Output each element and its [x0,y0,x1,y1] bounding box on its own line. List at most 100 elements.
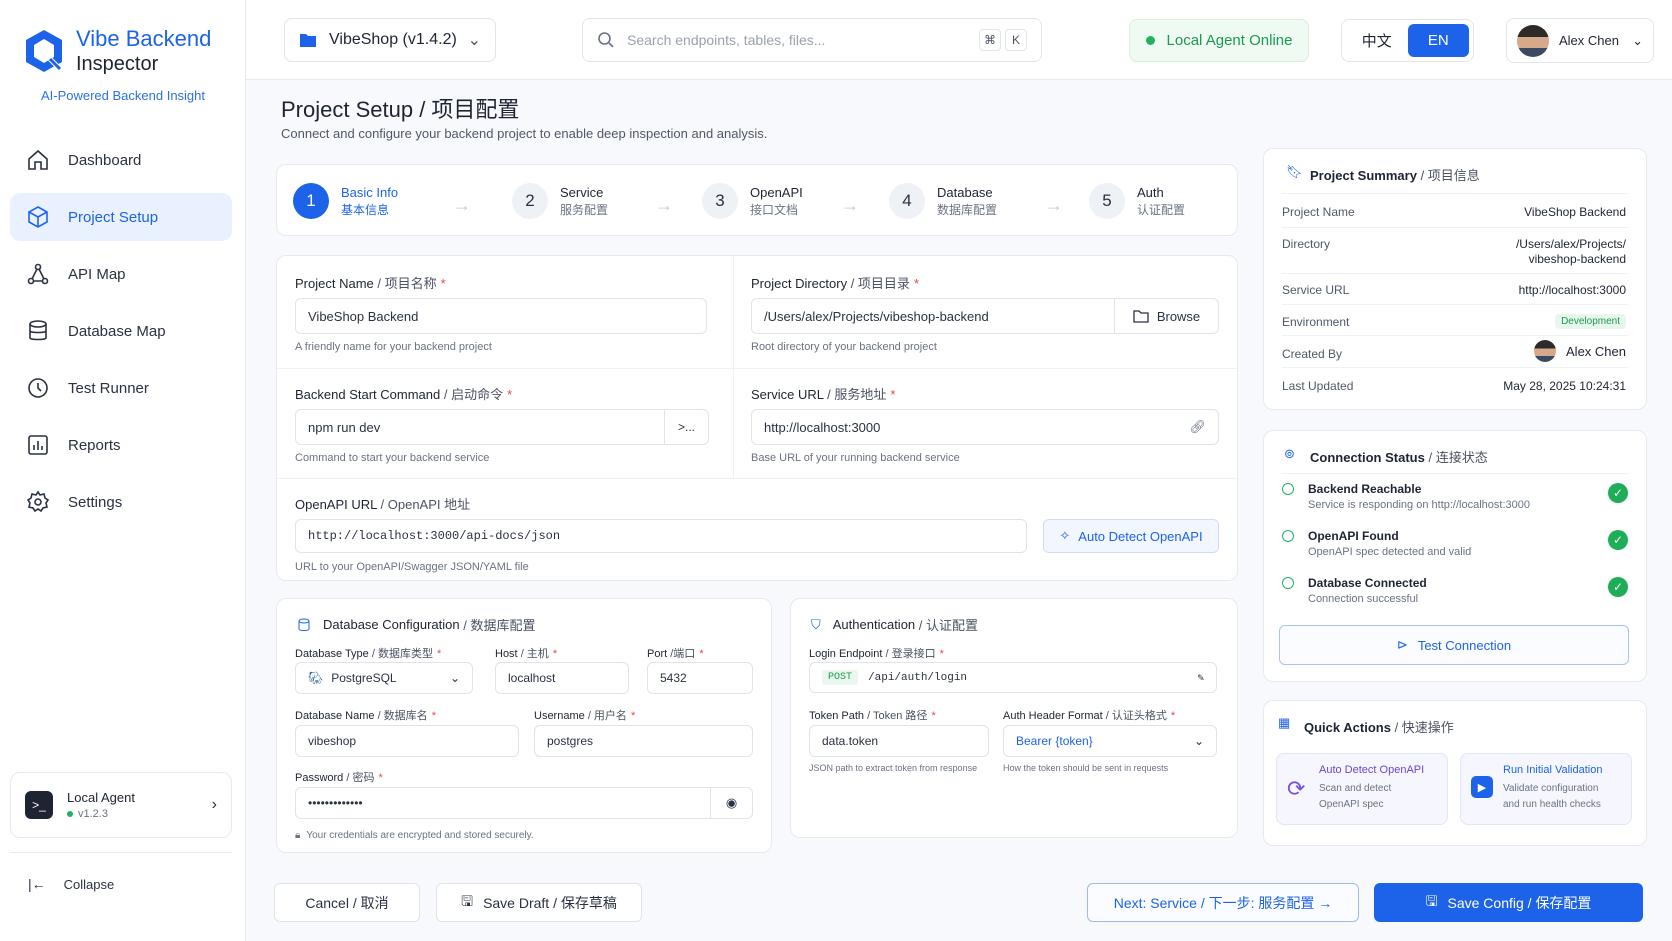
step-basic-info[interactable]: 1 Basic Info 基本信息 [293,183,398,219]
quick-action-desc: Scan and detect [1319,783,1392,794]
terminal-run-button[interactable]: >... [664,409,709,445]
cube-icon [28,206,48,228]
basic-info-card: Project Name / 项目名称 * VibeShop Backend A … [276,255,1238,581]
step-auth[interactable]: 5 Auth 认证配置 [1089,183,1185,219]
auto-detect-openapi-button[interactable]: ✧ Auto Detect OpenAPI [1043,519,1219,553]
project-name-input[interactable]: VibeShop Backend [295,298,707,334]
check-circle-icon [1282,577,1294,589]
project-name-value: VibeShop Backend [308,308,419,324]
quick-actions-title: Quick Actions / 快速操作 [1304,720,1454,735]
quick-action-auto-detect[interactable]: ⟳ Auto Detect OpenAPI Scan and detect Op… [1276,753,1448,825]
openapi-url-input[interactable]: http://localhost:3000/api-docs/json [295,519,1027,553]
db-host-input[interactable]: localhost [495,662,629,694]
service-url-input[interactable]: http://localhost:3000 🔗︎ [751,409,1219,445]
connection-item-title: Database Connected [1308,576,1427,590]
step-label: Database [937,185,993,201]
summary-divider [1282,367,1628,368]
sidebar-item-settings[interactable]: Settings [10,478,232,526]
step-service[interactable]: 2 Service 服务配置 [512,183,608,219]
sidebar-item-database-map[interactable]: Database Map [10,307,232,355]
db-type-label: Database Type / 数据库类型 * [295,648,442,660]
card-divider [733,256,734,478]
sidebar-item-label: API Map [68,265,126,283]
project-summary-card: 🔖︎ Project Summary / 项目信息 Project Name V… [1263,148,1647,410]
project-selector[interactable]: VibeShop (v1.4.2) ⌄ [284,18,496,62]
sidebar-nav: Dashboard Project Setup API Map Database… [10,136,232,535]
step-label: Auth [1137,185,1164,201]
card-divider [277,478,1237,479]
search-input[interactable]: Search endpoints, tables, files... ⌘ K [582,18,1042,62]
step-label-cn: 接口文档 [750,202,799,217]
database-card-title: Database Configuration / 数据库配置 [297,615,535,634]
save-draft-button[interactable]: 🖫︎ Save Draft / 保存草稿 [436,883,642,922]
test-connection-button[interactable]: ⊳ Test Connection [1279,625,1629,665]
db-password-input[interactable]: ••••••••••••• [295,787,711,819]
gear-icon [26,490,50,513]
app-title: Vibe Backend [76,26,212,51]
page-description: Connect and configure your backend proje… [281,126,768,141]
user-name: Alex Chen [1559,33,1619,48]
login-endpoint-input[interactable]: POST /api/auth/login ✎ [809,662,1217,693]
project-dir-input[interactable]: /Users/alex/Projects/vibeshop-backend [751,298,1115,334]
cancel-button[interactable]: Cancel / 取消 [274,883,420,922]
connection-item-title: OpenAPI Found [1308,529,1399,543]
local-agent-card[interactable]: >_ Local Agent v1.2.3 › [10,772,232,838]
sidebar-item-dashboard[interactable]: Dashboard [10,136,232,184]
lang-zh-button[interactable]: 中文 [1346,24,1408,57]
step-label-cn: 数据库配置 [937,202,998,217]
avatar [1534,340,1557,362]
collapse-button[interactable]: |← Collapse [28,876,114,892]
db-username-input[interactable]: postgres [534,725,753,757]
user-menu[interactable]: Alex Chen ⌄ [1506,18,1654,63]
sidebar-item-test-runner[interactable]: Test Runner [10,364,232,412]
bookmark-icon: 🔖︎ [1286,164,1303,179]
project-dir-hint: Root directory of your backend project [751,341,937,353]
project-name-label: Project Name / 项目名称 * [295,276,446,291]
link-icon[interactable]: 🔗︎ [1189,419,1206,435]
arrow-right-icon: → [841,195,859,215]
auth-header-hint: How the token should be sent in requests [1003,763,1169,773]
quick-action-run-validation[interactable]: ▶ Run Initial Validation Validate config… [1460,753,1632,825]
summary-value: May 28, 2025 10:24:31 [1503,379,1626,393]
avatar [1517,24,1549,57]
agent-status-badge[interactable]: Local Agent Online [1129,19,1309,62]
sidebar-item-reports[interactable]: Reports [10,421,232,469]
sidebar-item-label: Reports [68,436,121,454]
auth-header-select[interactable]: Bearer {token} ⌄ [1003,725,1217,757]
token-path-input[interactable]: data.token [809,725,989,757]
edit-icon[interactable]: ✎ [1197,671,1204,685]
step-openapi[interactable]: 3 OpenAPI 接口文档 [702,183,803,219]
sidebar-item-project-setup[interactable]: Project Setup [10,193,232,241]
connection-status-card: ⊚ Connection Status / 连接状态 Backend Reach… [1263,430,1647,682]
sidebar-item-label: Project Setup [68,208,159,226]
sidebar-item-label: Test Runner [68,379,149,397]
service-url-hint: Base URL of your running backend service [751,452,960,464]
test-connection-label: Test Connection [1417,637,1512,653]
summary-value: http://localhost:3000 [1518,283,1626,297]
token-path-label: Token Path / Token 路径 * [809,710,936,722]
toggle-password-button[interactable]: ◉ [710,787,753,819]
step-number: 4 [889,183,925,219]
summary-label: Directory [1282,237,1331,251]
start-command-input[interactable]: npm run dev [295,409,665,445]
summary-value: VibeShop Backend [1524,205,1626,219]
language-toggle: 中文 EN [1341,19,1474,62]
step-database[interactable]: 4 Database 数据库配置 [889,183,997,219]
step-number: 3 [702,183,738,219]
step-label: Service [560,185,604,201]
success-check-icon: ✓ [1608,577,1628,597]
next-service-button[interactable]: Next: Service / 下一步: 服务配置 → [1087,883,1359,922]
card-divider [277,368,1237,369]
lang-en-button[interactable]: EN [1407,24,1469,57]
logo[interactable]: Vibe Backend Inspector [20,26,211,76]
summary-label: Environment [1282,315,1350,329]
database-icon [298,618,310,631]
db-port-input[interactable]: 5432 [647,662,753,694]
save-config-button[interactable]: 🖫︎ Save Config / 保存配置 [1374,883,1643,922]
play-icon: ▶ [1471,776,1493,798]
browse-button[interactable]: Browse [1114,298,1219,334]
db-name-input[interactable]: vibeshop [295,725,519,757]
refresh-icon: ⟳ [1287,776,1306,801]
sidebar-item-api-map[interactable]: API Map [10,250,232,298]
db-type-select[interactable]: 🐘︎ PostgreSQL ⌄ [295,662,473,694]
